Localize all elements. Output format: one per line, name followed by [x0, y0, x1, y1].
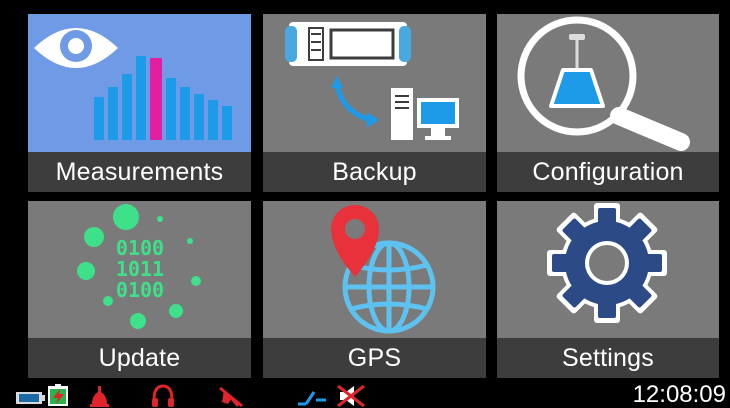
measurements-label: Measurements: [28, 152, 251, 192]
signal-line-icon: [298, 391, 326, 406]
settings-label: Settings: [497, 338, 719, 378]
battery-icon: [16, 384, 68, 406]
speaker-muted-icon: [337, 384, 365, 408]
gps-tile[interactable]: GPS: [263, 201, 486, 378]
measurements-icon-area: [28, 14, 251, 152]
configuration-label: Configuration: [497, 152, 719, 192]
gear-icon: [547, 203, 667, 323]
device-to-computer-sync-icon: [285, 22, 459, 140]
microphone-muted-icon: [219, 386, 243, 408]
backup-icon-area: [263, 14, 486, 152]
bell-alarm-icon: [90, 386, 109, 407]
backup-tile[interactable]: Backup: [263, 14, 486, 192]
headphones-icon: [152, 384, 174, 407]
update-label: Update: [28, 338, 251, 378]
update-icon-area: 0100 1011 0100: [28, 201, 251, 338]
configuration-icon-area: [497, 14, 719, 152]
eye-bar-chart-icon: [34, 28, 232, 140]
configuration-tile[interactable]: Configuration: [497, 14, 719, 192]
clock: 12:08:09: [632, 381, 726, 408]
update-binary-line-3: 0100: [116, 278, 164, 302]
backup-label: Backup: [263, 152, 486, 192]
settings-icon-area: [497, 201, 719, 338]
measurements-tile[interactable]: Measurements: [28, 14, 251, 192]
gps-icon-area: [263, 201, 486, 338]
settings-tile[interactable]: Settings: [497, 201, 719, 378]
microphone-magnifier-icon: [517, 16, 690, 151]
gps-label: GPS: [263, 338, 486, 378]
globe-location-pin-icon: [331, 205, 436, 334]
binary-code-bubbles-icon: 0100 1011 0100: [77, 204, 201, 329]
update-tile[interactable]: 0100 1011 0100 Update: [28, 201, 251, 378]
